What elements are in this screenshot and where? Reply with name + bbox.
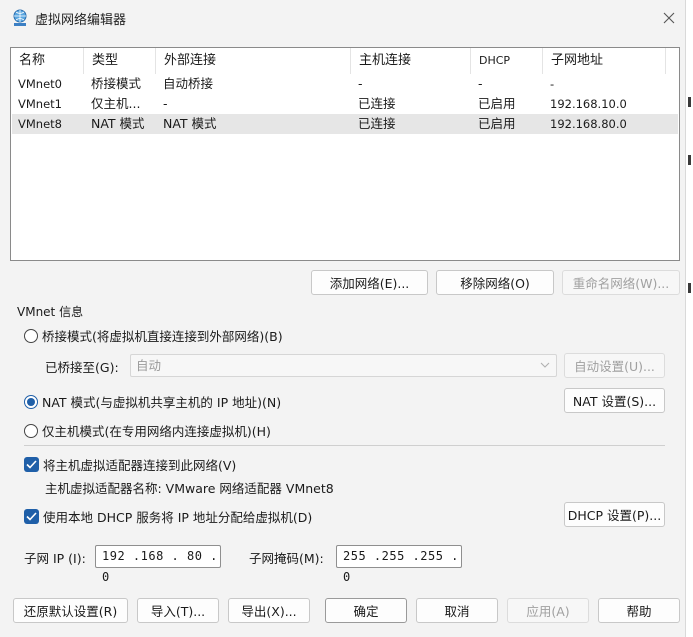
checkbox-checked-icon[interactable] — [24, 509, 39, 524]
vmnet-info-label: VMnet 信息 — [17, 305, 84, 319]
title-bar: 虚拟网络编辑器 — [0, 0, 686, 36]
background-mark — [688, 155, 691, 165]
column-header-external[interactable]: 外部连接 — [156, 48, 351, 74]
radio-bridged[interactable] — [24, 328, 38, 343]
apply-button[interactable]: 应用(A) — [507, 598, 589, 623]
restore-defaults-button[interactable]: 还原默认设置(R) — [13, 598, 128, 623]
connect-adapter-label: 将主机虚拟适配器连接到此网络(V) — [43, 458, 237, 473]
cell-type: 桥接模式 — [91, 76, 142, 91]
table-row[interactable]: VMnet1 仅主机... - 已连接 已启用 192.168.10.0 — [12, 94, 678, 114]
background-window-edge — [686, 0, 693, 637]
close-icon — [663, 12, 675, 24]
cell-subnet: 192.168.80.0 — [550, 117, 627, 131]
network-globe-icon — [11, 9, 29, 27]
cell-host: - — [358, 76, 363, 91]
ok-button[interactable]: 确定 — [325, 598, 407, 623]
nat-mode-label: NAT 模式(与虚拟机共享主机的 IP 地址)(N) — [42, 395, 282, 410]
column-header-dhcp[interactable]: DHCP — [471, 48, 543, 74]
cell-name: VMnet8 — [18, 117, 62, 131]
column-header-subnet[interactable]: 子网地址 — [543, 48, 666, 74]
radio-nat[interactable] — [24, 394, 38, 409]
remove-network-button[interactable]: 移除网络(O) — [436, 270, 554, 295]
virtual-network-editor-dialog: 虚拟网络编辑器 名称 类型 外部连接 主机连接 DHCP 子网地址 VMnet0… — [0, 0, 686, 637]
dhcp-settings-button[interactable]: DHCP 设置(P)... — [564, 502, 665, 527]
auto-settings-button[interactable]: 自动设置(U)... — [564, 353, 665, 378]
subnet-ip-input[interactable]: 192 .168 . 80 . 0 — [95, 545, 221, 584]
window-title: 虚拟网络编辑器 — [35, 13, 127, 28]
cell-type: 仅主机... — [91, 96, 141, 111]
table-row-selected[interactable]: VMnet8 NAT 模式 NAT 模式 已连接 已启用 192.168.80.… — [12, 114, 678, 134]
rename-network-button[interactable]: 重命名网络(W)... — [562, 270, 680, 295]
cancel-button[interactable]: 取消 — [416, 598, 498, 623]
cell-host: 已连接 — [358, 116, 396, 131]
bridged-to-value: 自动 — [136, 358, 162, 373]
cell-host: 已连接 — [358, 96, 396, 111]
column-header-name[interactable]: 名称 — [11, 48, 84, 74]
subnet-mask-input[interactable]: 255 .255 .255 . 0 — [336, 545, 462, 584]
import-button[interactable]: 导入(T)... — [137, 598, 219, 623]
bridged-to-select[interactable]: 自动 — [130, 354, 557, 377]
cell-dhcp: 已启用 — [478, 116, 516, 131]
column-header-type[interactable]: 类型 — [84, 48, 156, 74]
host-only-mode-radio[interactable]: 仅主机模式(在专用网络内连接虚拟机)(H) — [24, 421, 271, 440]
use-dhcp-checkbox[interactable]: 使用本地 DHCP 服务将 IP 地址分配给虚拟机(D) — [24, 507, 312, 526]
adapter-name-text: 主机虚拟适配器名称: VMware 网络适配器 VMnet8 — [45, 481, 334, 496]
chevron-down-icon — [540, 362, 550, 368]
nat-settings-button[interactable]: NAT 设置(S)... — [564, 388, 665, 413]
cell-external: NAT 模式 — [163, 116, 217, 131]
background-mark — [688, 283, 691, 293]
cell-dhcp: - — [478, 76, 483, 91]
subnet-mask-label: 子网掩码(M): — [249, 551, 324, 566]
cell-dhcp: 已启用 — [478, 96, 516, 111]
close-button[interactable] — [656, 6, 682, 30]
cell-name: VMnet1 — [18, 97, 62, 111]
cell-external: 自动桥接 — [163, 76, 214, 91]
use-dhcp-label: 使用本地 DHCP 服务将 IP 地址分配给虚拟机(D) — [43, 510, 313, 525]
column-header-host[interactable]: 主机连接 — [351, 48, 471, 74]
radio-host-only[interactable] — [24, 423, 38, 438]
help-button[interactable]: 帮助 — [598, 598, 680, 623]
export-button[interactable]: 导出(X)... — [228, 598, 310, 623]
table-header: 名称 类型 外部连接 主机连接 DHCP 子网地址 — [11, 48, 679, 74]
checkbox-checked-icon[interactable] — [24, 457, 39, 472]
cell-subnet: - — [550, 77, 555, 91]
cell-name: VMnet0 — [18, 77, 62, 91]
cell-external: - — [163, 96, 168, 111]
host-only-mode-label: 仅主机模式(在专用网络内连接虚拟机)(H) — [42, 424, 271, 439]
cell-subnet: 192.168.10.0 — [550, 97, 627, 111]
table-row[interactable]: VMnet0 桥接模式 自动桥接 - - - — [12, 74, 678, 94]
bridged-mode-radio[interactable]: 桥接模式(将虚拟机直接连接到外部网络)(B) — [24, 326, 283, 345]
subnet-ip-label: 子网 IP (I): — [24, 551, 86, 566]
nat-mode-radio[interactable]: NAT 模式(与虚拟机共享主机的 IP 地址)(N) — [24, 392, 281, 411]
cell-type: NAT 模式 — [91, 116, 145, 131]
bridged-mode-label: 桥接模式(将虚拟机直接连接到外部网络)(B) — [42, 329, 283, 344]
background-mark — [688, 97, 691, 107]
divider — [24, 445, 665, 446]
network-table[interactable]: 名称 类型 外部连接 主机连接 DHCP 子网地址 VMnet0 桥接模式 自动… — [10, 47, 680, 261]
bridged-to-label: 已桥接至(G): — [45, 360, 119, 375]
connect-adapter-checkbox[interactable]: 将主机虚拟适配器连接到此网络(V) — [24, 455, 236, 474]
add-network-button[interactable]: 添加网络(E)... — [311, 270, 428, 295]
